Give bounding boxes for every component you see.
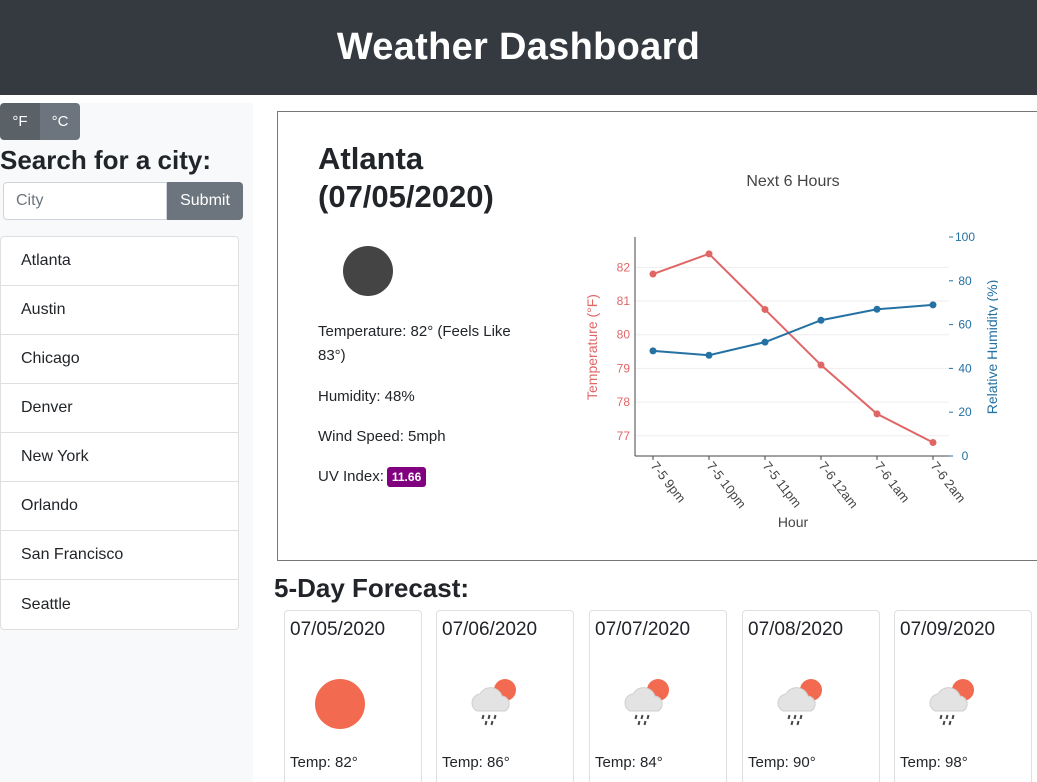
hourly-chart: Next 6 Hours 77 78 79 80 81 82 0 20 40 60 80 100 7-5… [584, 173, 998, 530]
y2-tick-label: 80 [958, 274, 972, 288]
forecast-temp: Temp: 86° [442, 754, 510, 771]
fahrenheit-button[interactable]: °F [0, 103, 40, 140]
y-axis-label: Temperature (°F) [584, 294, 600, 400]
city-item-atlanta[interactable]: Atlanta [1, 237, 238, 286]
forecast-heading: 5-Day Forecast: [274, 573, 470, 603]
app-header: Weather Dashboard [0, 0, 1037, 95]
current-city-name: Atlanta [318, 141, 424, 176]
chart-title: Next 6 Hours [746, 173, 839, 190]
current-uv-index: UV Index: 11.66 [318, 465, 427, 489]
forecast-card-2: 07/06/2020 Temp: 86° [436, 610, 574, 782]
y2-tick-label: 60 [958, 318, 972, 332]
humidity-point [817, 316, 825, 324]
x-tick-label: 7-6 12am [816, 459, 862, 512]
x-tick-label: 7-5 11pm [760, 459, 805, 511]
forecast-date: 07/07/2020 [595, 619, 691, 640]
city-item-new-york[interactable]: New York [1, 433, 238, 482]
forecast-temp: Temp: 84° [595, 754, 663, 771]
humidity-line [652, 303, 934, 357]
unit-toggle: °F °C [0, 103, 80, 140]
rain-cloud-icon [929, 679, 974, 726]
rain-cloud-icon [471, 679, 516, 726]
x-tick-label: 7-6 2am [928, 459, 969, 506]
y-tick-label: 79 [617, 361, 631, 375]
page-title: Weather Dashboard [336, 26, 701, 68]
forecast-date: 07/05/2020 [290, 619, 386, 640]
temperature-point [873, 410, 881, 418]
y2-tick-label: 40 [958, 361, 972, 375]
forecast-card-1: 07/05/2020 Temp: 82° [284, 610, 422, 782]
current-weather-panel: Atlanta (07/05/2020) Temperature: 82° (F… [277, 111, 1037, 561]
forecast-temp: Temp: 98° [900, 754, 968, 771]
sun-icon [315, 679, 365, 729]
y-tick-label: 81 [617, 294, 631, 308]
city-item-orlando[interactable]: Orlando [1, 482, 238, 531]
city-history-list: Atlanta Austin Chicago Denver New York O… [0, 236, 239, 630]
uv-index-label: UV Index: [318, 468, 384, 485]
search-form: Submit [3, 182, 243, 220]
rain-cloud-icon [777, 679, 822, 726]
city-search-input[interactable] [3, 182, 167, 220]
y2-axis-label: Relative Humidity (%) [984, 280, 998, 415]
temperature-point [929, 439, 937, 447]
y-tick-label: 82 [617, 260, 631, 274]
forecast-card-4: 07/08/2020 Temp: 90° [742, 610, 880, 782]
city-item-denver[interactable]: Denver [1, 384, 238, 433]
current-date: (07/05/2020) [318, 179, 494, 214]
forecast-temp: Temp: 82° [290, 754, 358, 771]
temperature-point [817, 361, 825, 369]
city-item-austin[interactable]: Austin [1, 286, 238, 335]
temperature-line [652, 252, 934, 444]
temperature-point [705, 250, 713, 258]
x-axis-label: Hour [778, 514, 809, 530]
search-heading: Search for a city: [0, 145, 211, 175]
current-temperature: Temperature: 82° (Feels Like 83°) [318, 323, 511, 364]
sidebar: °F °C Search for a city: Submit Atlanta … [0, 103, 253, 782]
humidity-point [929, 301, 937, 309]
celsius-button[interactable]: °C [40, 103, 80, 140]
forecast-card-5: 07/09/2020 Temp: 98° [894, 610, 1032, 782]
y-tick-label: 80 [617, 328, 631, 342]
submit-button[interactable]: Submit [167, 182, 243, 220]
forecast-date: 07/09/2020 [900, 619, 996, 640]
temperature-point [761, 305, 769, 313]
humidity-point [873, 305, 881, 313]
current-humidity: Humidity: 48% [318, 388, 415, 405]
city-item-seattle[interactable]: Seattle [1, 580, 238, 629]
forecast-date: 07/08/2020 [748, 619, 844, 640]
city-item-san-francisco[interactable]: San Francisco [1, 531, 238, 580]
humidity-point [761, 338, 769, 346]
temperature-point [649, 270, 657, 278]
y-tick-label: 78 [617, 395, 631, 409]
x-tick-label: 7-5 10pm [704, 459, 750, 512]
y-tick-label: 77 [617, 429, 631, 443]
moon-icon [343, 246, 393, 296]
city-item-chicago[interactable]: Chicago [1, 335, 238, 384]
humidity-point [705, 351, 713, 359]
uv-index-badge: 11.66 [386, 467, 427, 487]
forecast-card-3: 07/07/2020 Temp: 84° [589, 610, 727, 782]
current-wind-speed: Wind Speed: 5mph [318, 428, 446, 445]
current-city-title: Atlanta (07/05/2020) [318, 140, 494, 216]
rain-cloud-icon [624, 679, 669, 726]
forecast-date: 07/06/2020 [442, 619, 538, 640]
forecast-temp: Temp: 90° [748, 754, 816, 771]
x-tick-label: 7-6 1am [872, 459, 913, 506]
humidity-point [649, 347, 657, 355]
y2-tick-label: 0 [962, 449, 969, 463]
x-tick-label: 7-5 9pm [648, 459, 689, 506]
y2-tick-label: 20 [958, 405, 972, 419]
y2-tick-label: 100 [955, 230, 975, 244]
